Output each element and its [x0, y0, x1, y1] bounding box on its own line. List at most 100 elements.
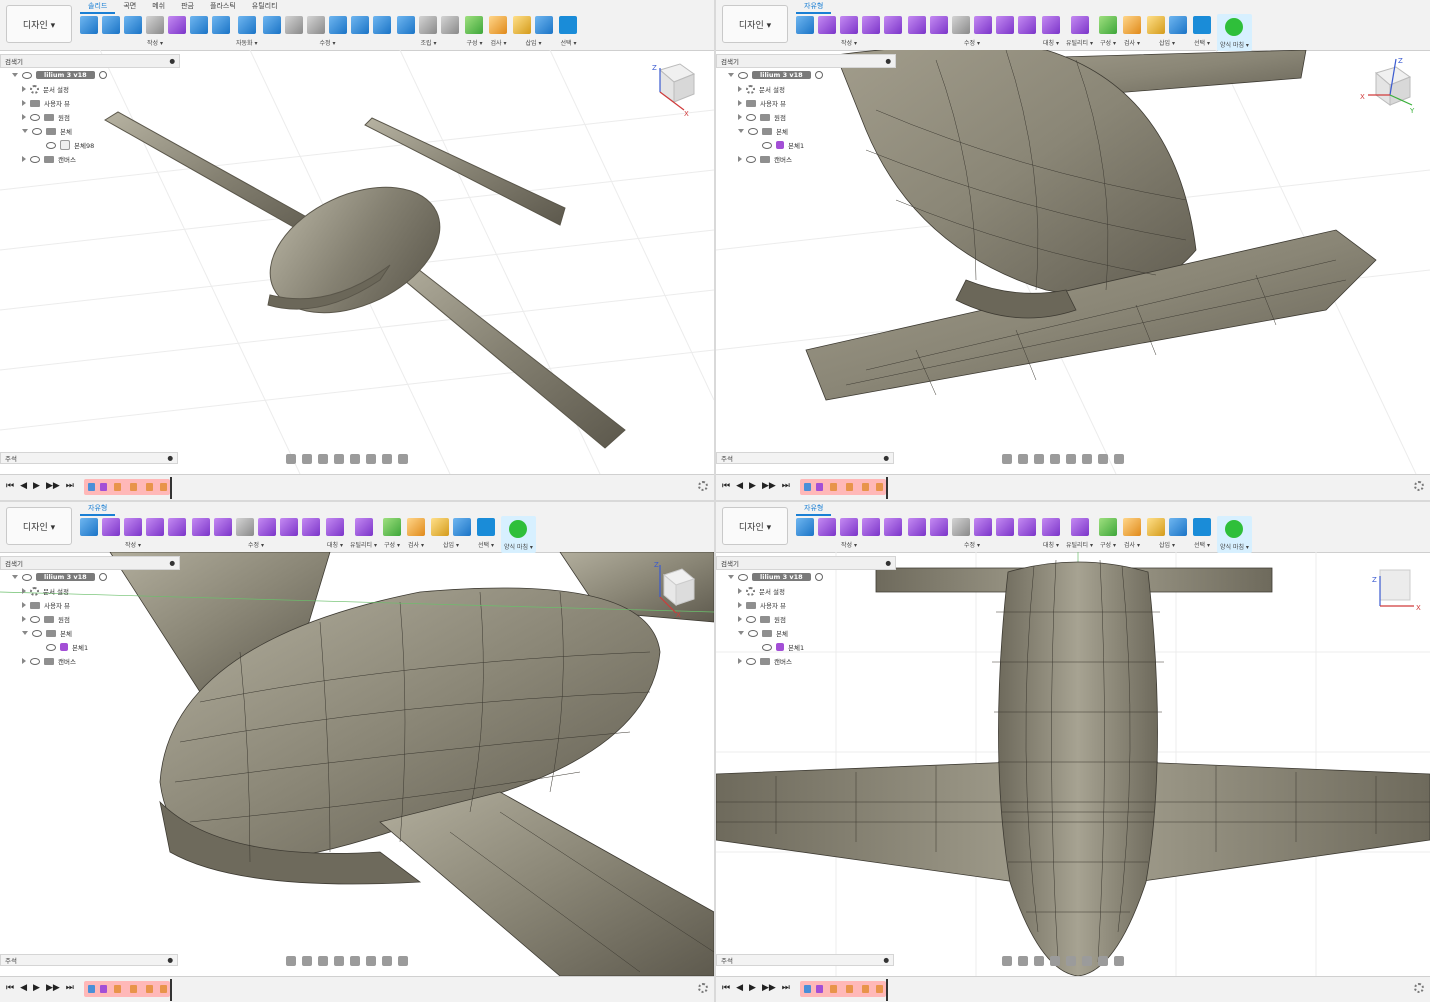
- sketch-icon[interactable]: [796, 518, 814, 536]
- step-forward-icon[interactable]: ▶▶: [762, 983, 776, 993]
- comments-panel[interactable]: 주석 ●: [0, 452, 178, 464]
- joint-icon[interactable]: [419, 16, 438, 34]
- extrude-icon[interactable]: [102, 16, 120, 34]
- insert-svg-icon[interactable]: [431, 518, 449, 536]
- display-settings-icon[interactable]: [1082, 956, 1092, 966]
- go-end-icon[interactable]: ⏭: [782, 983, 790, 993]
- feature-icon[interactable]: [816, 985, 823, 993]
- radio-icon[interactable]: [814, 71, 823, 79]
- workspace-dropdown[interactable]: 디자인 ▾: [6, 5, 72, 43]
- eye-icon[interactable]: [746, 155, 756, 163]
- feature-icon[interactable]: [100, 483, 107, 491]
- feature-icon[interactable]: [804, 985, 811, 993]
- eye-icon[interactable]: [22, 71, 32, 79]
- group-label[interactable]: 수정 ▾: [248, 540, 264, 549]
- tree-item[interactable]: 본체98: [0, 138, 180, 152]
- insert-point-icon[interactable]: [258, 518, 276, 536]
- group-label[interactable]: 대칭 ▾: [1043, 38, 1059, 47]
- tree-root[interactable]: lilium 3 v18: [0, 570, 180, 584]
- feature-icon[interactable]: [88, 483, 95, 491]
- expand-icon[interactable]: [22, 100, 26, 106]
- tree-root[interactable]: lilium 3 v18: [716, 570, 896, 584]
- group-label[interactable]: 선택 ▾: [478, 540, 494, 549]
- group-label[interactable]: 작성 ▾: [841, 540, 857, 549]
- feature-icon[interactable]: [160, 483, 167, 491]
- expand-icon[interactable]: [728, 575, 734, 579]
- feature-icon[interactable]: [146, 985, 153, 993]
- group-label[interactable]: 조립 ▾: [421, 38, 437, 47]
- eye-icon[interactable]: [738, 71, 748, 79]
- eye-icon[interactable]: [46, 141, 56, 149]
- gear-icon[interactable]: [1414, 481, 1424, 491]
- measure-icon[interactable]: [489, 16, 508, 34]
- display-settings-icon[interactable]: [366, 956, 376, 966]
- pan-icon[interactable]: [1034, 454, 1044, 464]
- gear-icon[interactable]: [698, 983, 708, 993]
- eye-icon[interactable]: [22, 573, 32, 581]
- expand-icon[interactable]: [738, 86, 742, 92]
- tab-utilities[interactable]: 유틸리티: [244, 0, 286, 12]
- eye-icon[interactable]: [746, 615, 756, 623]
- group-label[interactable]: 선택 ▾: [1194, 38, 1210, 47]
- eye-icon[interactable]: [32, 629, 42, 637]
- tree-item[interactable]: 원점: [716, 110, 896, 124]
- group-label[interactable]: 선택 ▾: [1194, 540, 1210, 549]
- subdivide-icon[interactable]: [952, 16, 970, 34]
- viewports-icon[interactable]: [398, 454, 408, 464]
- go-end-icon[interactable]: ⏭: [782, 481, 790, 491]
- plane-icon[interactable]: [465, 16, 484, 34]
- go-end-icon[interactable]: ⏭: [66, 481, 74, 491]
- view-cube[interactable]: Z X: [640, 557, 700, 617]
- finish-form-button[interactable]: 양식 마침 ▾: [504, 542, 533, 551]
- box-icon[interactable]: [818, 16, 836, 34]
- feature-icon[interactable]: [862, 985, 869, 993]
- workspace-dropdown[interactable]: 디자인 ▾: [6, 507, 72, 545]
- edit-form-icon[interactable]: [192, 518, 210, 536]
- timeline-marker[interactable]: [170, 477, 172, 499]
- split-icon[interactable]: [373, 16, 392, 34]
- eye-icon[interactable]: [30, 155, 40, 163]
- plane-icon[interactable]: [1099, 16, 1117, 34]
- display-settings-icon[interactable]: [1082, 454, 1092, 464]
- tree-item[interactable]: 문서 설정: [716, 82, 896, 96]
- tree-item[interactable]: 캔버스: [0, 152, 180, 166]
- feature-icon[interactable]: [804, 483, 811, 491]
- workspace-dropdown[interactable]: 디자인 ▾: [722, 507, 788, 545]
- group-label[interactable]: 검사 ▾: [1124, 38, 1140, 47]
- group-label[interactable]: 삽입 ▾: [1159, 540, 1175, 549]
- orbit-icon[interactable]: [1002, 956, 1012, 966]
- plane-form-icon[interactable]: [840, 518, 858, 536]
- group-label[interactable]: 검사 ▾: [408, 540, 424, 549]
- sketch-icon[interactable]: [80, 518, 98, 536]
- group-label[interactable]: 수정 ▾: [320, 38, 336, 47]
- zoom-window-icon[interactable]: [1066, 956, 1076, 966]
- eye-icon[interactable]: [738, 573, 748, 581]
- eye-icon[interactable]: [30, 657, 40, 665]
- viewports-icon[interactable]: [1114, 454, 1124, 464]
- look-at-icon[interactable]: [302, 956, 312, 966]
- mirror-icon[interactable]: [1042, 16, 1060, 34]
- group-label[interactable]: 구성 ▾: [1100, 540, 1116, 549]
- expand-icon[interactable]: [22, 129, 28, 133]
- sketch-icon[interactable]: [796, 16, 814, 34]
- zoom-window-icon[interactable]: [350, 956, 360, 966]
- timeline-marker[interactable]: [886, 477, 888, 499]
- go-start-icon[interactable]: ⏮: [722, 481, 730, 491]
- as-built-joint-icon[interactable]: [441, 16, 460, 34]
- expand-icon[interactable]: [22, 588, 26, 594]
- zoom-icon[interactable]: [334, 956, 344, 966]
- tree-item[interactable]: 원점: [0, 612, 180, 626]
- group-label[interactable]: 작성 ▾: [125, 540, 141, 549]
- finish-form-button[interactable]: 양식 마침 ▾: [1220, 542, 1249, 551]
- face-icon[interactable]: [884, 16, 902, 34]
- close-icon[interactable]: ●: [885, 559, 891, 567]
- select-icon[interactable]: [477, 518, 495, 536]
- feature-icon[interactable]: [100, 985, 107, 993]
- tree-item[interactable]: 본체1: [0, 640, 180, 654]
- tree-item[interactable]: 문서 설정: [716, 584, 896, 598]
- expand-icon[interactable]: [22, 114, 26, 120]
- radio-icon[interactable]: [98, 71, 107, 79]
- zoom-icon[interactable]: [1050, 956, 1060, 966]
- mirror-icon[interactable]: [326, 518, 344, 536]
- timeline-marker[interactable]: [886, 979, 888, 1001]
